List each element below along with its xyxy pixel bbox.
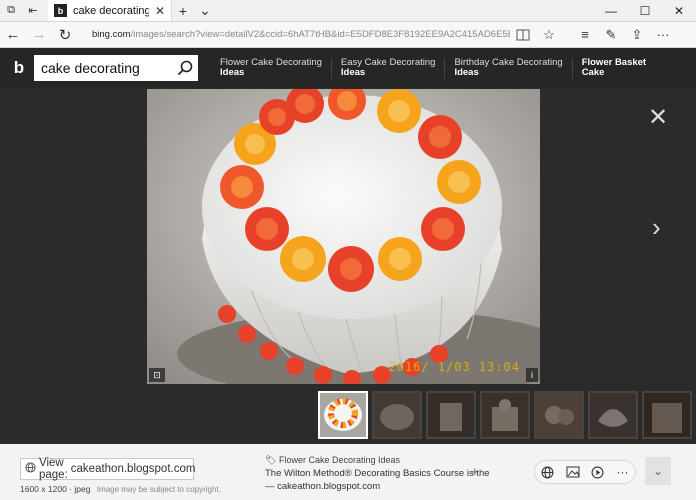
source-link[interactable]: — cakeathon.blogspot.com [265,480,490,493]
main-image[interactable]: 2016/ 1/03 13:04 ⊡ i [147,89,540,384]
globe-icon [25,462,36,476]
image-caption: The Wilton Method® Decorating Basics Cou… [265,468,490,479]
cake-photo [147,89,540,384]
image-viewer: 2016/ 1/03 13:04 ⊡ i ✕ › [0,88,696,444]
tag-icon: 🏷 [265,455,277,465]
play-slideshow-icon[interactable] [589,463,607,481]
tab-menu-icon[interactable]: ⌄ [194,0,216,21]
copyright-note: Image may be subject to copyright. [96,485,221,494]
thumbnail[interactable] [372,391,422,439]
related-search-link[interactable]: Easy Cake Decorating Ideas [330,57,445,79]
web-note-icon[interactable]: ✎ [598,22,624,48]
view-page-label: View page: [39,457,68,481]
image-details-panel: View page: cakeathon.blogspot.com 1600 x… [0,444,696,500]
thumbnail[interactable] [534,391,584,439]
thumbnail[interactable] [318,391,368,439]
url-field[interactable]: bing.com/images/search?view=detailV2&cci… [92,25,510,45]
address-bar: ← → ↻ bing.com/images/search?view=detail… [0,22,696,48]
more-options-icon[interactable]: ··· [614,463,632,481]
bing-favicon-icon: b [54,4,67,17]
related-searches: Flower Cake Decorating Ideas Easy Cake De… [220,57,655,79]
visual-search-icon[interactable]: ⊡ [149,368,165,382]
thumbnail[interactable] [426,391,476,439]
source-info: 🏷 Flower Cake Decorating Ideas The Wilto… [265,454,490,493]
image-actions: ··· [534,460,636,484]
tab-actions-icon[interactable]: ⧉ [0,0,22,21]
active-tab[interactable]: b cake decorating - Bing i ✕ [48,0,172,21]
search-input[interactable] [34,60,172,76]
reading-view-icon[interactable] [510,22,536,48]
expand-caption-icon[interactable]: + [471,464,479,479]
forward-button[interactable]: → [26,22,52,48]
bing-logo[interactable]: b [4,58,34,78]
photo-date-stamp: 2016/ 1/03 13:04 [388,360,520,374]
chevron-down-icon[interactable]: ⌄ [645,457,671,485]
more-menu-icon[interactable]: ··· [650,22,676,48]
image-icon[interactable] [564,463,582,481]
hub-icon[interactable]: ≡ [572,22,598,48]
favorite-star-icon[interactable]: ☆ [536,22,562,48]
related-search-link[interactable]: Flower Basket Cake [571,57,655,79]
bing-header: b Flower Cake DecoratingIdeas Easy Cake … [0,48,696,88]
maximize-button[interactable]: ☐ [628,0,662,21]
info-icon[interactable]: i [526,368,538,382]
related-search-link[interactable]: Birthday Cake Decorating Ideas [444,57,571,79]
refresh-button[interactable]: ↻ [52,22,78,48]
tab-title: cake decorating - Bing i [73,4,149,17]
close-tab-icon[interactable]: ✕ [155,4,165,18]
title-bar: ⧉ ⇤ b cake decorating - Bing i ✕ + ⌄ — ☐… [0,0,696,22]
search-icon[interactable] [172,60,198,76]
thumbnail[interactable] [480,391,530,439]
view-page-button[interactable]: View page: cakeathon.blogspot.com [20,457,196,481]
thumbnail[interactable] [588,391,638,439]
set-aside-tabs-icon[interactable]: ⇤ [22,0,44,21]
back-button[interactable]: ← [0,22,26,48]
related-search-link[interactable]: Flower Cake Decorating Ideas [220,57,331,79]
next-image-icon[interactable]: › [652,214,661,240]
view-page-host: cakeathon.blogspot.com [70,463,196,475]
thumbnail[interactable] [642,391,692,439]
image-dimensions: 1600 x 1200 · jpeg Image may be subject … [20,484,221,494]
share-icon[interactable]: ⇪ [624,22,650,48]
url-path: /images/search?view=detailV2&ccid=6hAT7t… [130,29,510,40]
close-viewer-icon[interactable]: ✕ [648,106,668,130]
new-tab-button[interactable]: + [172,0,194,21]
minimize-button[interactable]: — [594,0,628,21]
globe-search-icon[interactable] [539,463,557,481]
category-link[interactable]: 🏷 Flower Cake Decorating Ideas [265,454,490,467]
url-host: bing.com [92,29,131,40]
close-window-button[interactable]: ✕ [662,0,696,21]
thumbnail-strip [318,391,692,439]
search-box [34,55,198,81]
